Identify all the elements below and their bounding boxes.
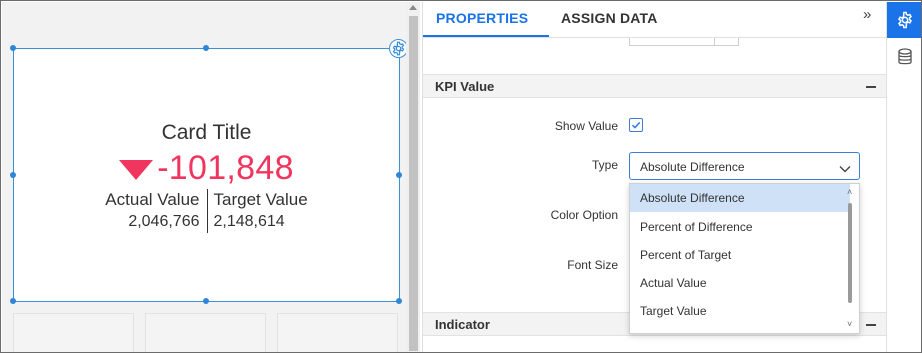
resize-handle-left[interactable] bbox=[10, 172, 16, 178]
right-icon-rail bbox=[886, 2, 921, 352]
chevron-down-icon bbox=[839, 161, 851, 179]
target-label: Target Value bbox=[213, 190, 308, 209]
canvas-scrollbar[interactable] bbox=[406, 2, 420, 352]
dropdown-option[interactable]: Percent of Difference bbox=[630, 213, 850, 241]
actual-value: 2,046,766 bbox=[128, 213, 200, 230]
placeholder-widget[interactable] bbox=[277, 313, 398, 352]
rail-data-button[interactable] bbox=[887, 39, 921, 75]
type-label: Type bbox=[591, 158, 618, 172]
actual-label: Actual Value bbox=[105, 190, 200, 209]
resize-handle-bottom[interactable] bbox=[203, 298, 209, 304]
scroll-up-arrow-icon[interactable] bbox=[409, 5, 417, 10]
dropdown-scroll-down-icon[interactable]: ˅ bbox=[847, 319, 852, 329]
show-value-label: Show Value bbox=[554, 119, 618, 133]
dropdown-scroll-up-icon[interactable]: ˄ bbox=[847, 187, 852, 197]
section-kpi-value-header[interactable]: KPI Value bbox=[423, 74, 887, 98]
resize-handle-right[interactable] bbox=[396, 172, 402, 178]
tab-assign-data[interactable]: ASSIGN DATA bbox=[561, 10, 658, 26]
kpi-value-row: -101,848 bbox=[14, 149, 399, 188]
resize-handle-bottom-left[interactable] bbox=[10, 298, 16, 304]
type-select[interactable]: Absolute Difference bbox=[629, 152, 860, 180]
tab-properties[interactable]: PROPERTIES bbox=[436, 10, 528, 26]
collapse-panel-button[interactable]: » bbox=[863, 6, 871, 23]
collapse-minus-icon[interactable] bbox=[866, 86, 876, 88]
gear-icon bbox=[898, 11, 912, 29]
type-dropdown-list[interactable]: Absolute Difference Percent of Differenc… bbox=[629, 183, 860, 334]
dropdown-option[interactable]: Actual Value bbox=[630, 269, 850, 297]
show-value-checkbox[interactable] bbox=[629, 118, 643, 132]
kpi-card-widget[interactable]: Card Title -101,848 Actual Value 2,046,7… bbox=[13, 48, 400, 302]
comparison-values: Actual Value 2,046,766 Target Value 2,14… bbox=[14, 189, 399, 233]
app-window: Card Title -101,848 Actual Value 2,046,7… bbox=[0, 0, 922, 353]
kpi-value: -101,848 bbox=[157, 149, 294, 187]
font-size-label: Font Size bbox=[567, 258, 618, 272]
type-selected-value: Absolute Difference bbox=[640, 160, 745, 174]
placeholder-widget[interactable] bbox=[13, 313, 134, 352]
placeholder-widget[interactable] bbox=[145, 313, 266, 352]
design-canvas: Card Title -101,848 Actual Value 2,046,7… bbox=[2, 2, 408, 352]
properties-panel: PROPERTIES ASSIGN DATA » KPI Value Show … bbox=[422, 2, 887, 352]
section-title: Indicator bbox=[435, 317, 490, 332]
control-separator bbox=[714, 38, 715, 46]
scrollbar-thumb[interactable] bbox=[409, 16, 418, 351]
dropdown-option[interactable]: Target Value bbox=[630, 297, 850, 325]
resize-handle-bottom-right[interactable] bbox=[396, 298, 402, 304]
card-title: Card Title bbox=[161, 121, 252, 144]
target-value: 2,148,614 bbox=[213, 213, 285, 230]
dropdown-option[interactable]: Absolute Difference bbox=[630, 184, 850, 212]
collapse-minus-icon[interactable] bbox=[866, 324, 876, 326]
resize-handle-top-left[interactable] bbox=[10, 45, 16, 51]
dropdown-option[interactable]: Percent of Target bbox=[630, 241, 850, 269]
color-option-label: Color Option bbox=[550, 208, 618, 222]
previous-control[interactable] bbox=[629, 38, 739, 46]
database-icon bbox=[898, 48, 912, 65]
active-tab-indicator bbox=[423, 35, 549, 37]
resize-handle-top[interactable] bbox=[203, 45, 209, 51]
rail-properties-button[interactable] bbox=[887, 2, 921, 38]
down-arrow-icon bbox=[119, 159, 154, 180]
section-title: KPI Value bbox=[435, 79, 495, 94]
actual-column: Actual Value 2,046,766 bbox=[105, 189, 208, 233]
panel-tabs: PROPERTIES ASSIGN DATA » bbox=[423, 2, 887, 38]
target-column: Target Value 2,148,614 bbox=[208, 189, 308, 233]
dropdown-scrollbar-thumb[interactable] bbox=[848, 203, 852, 303]
